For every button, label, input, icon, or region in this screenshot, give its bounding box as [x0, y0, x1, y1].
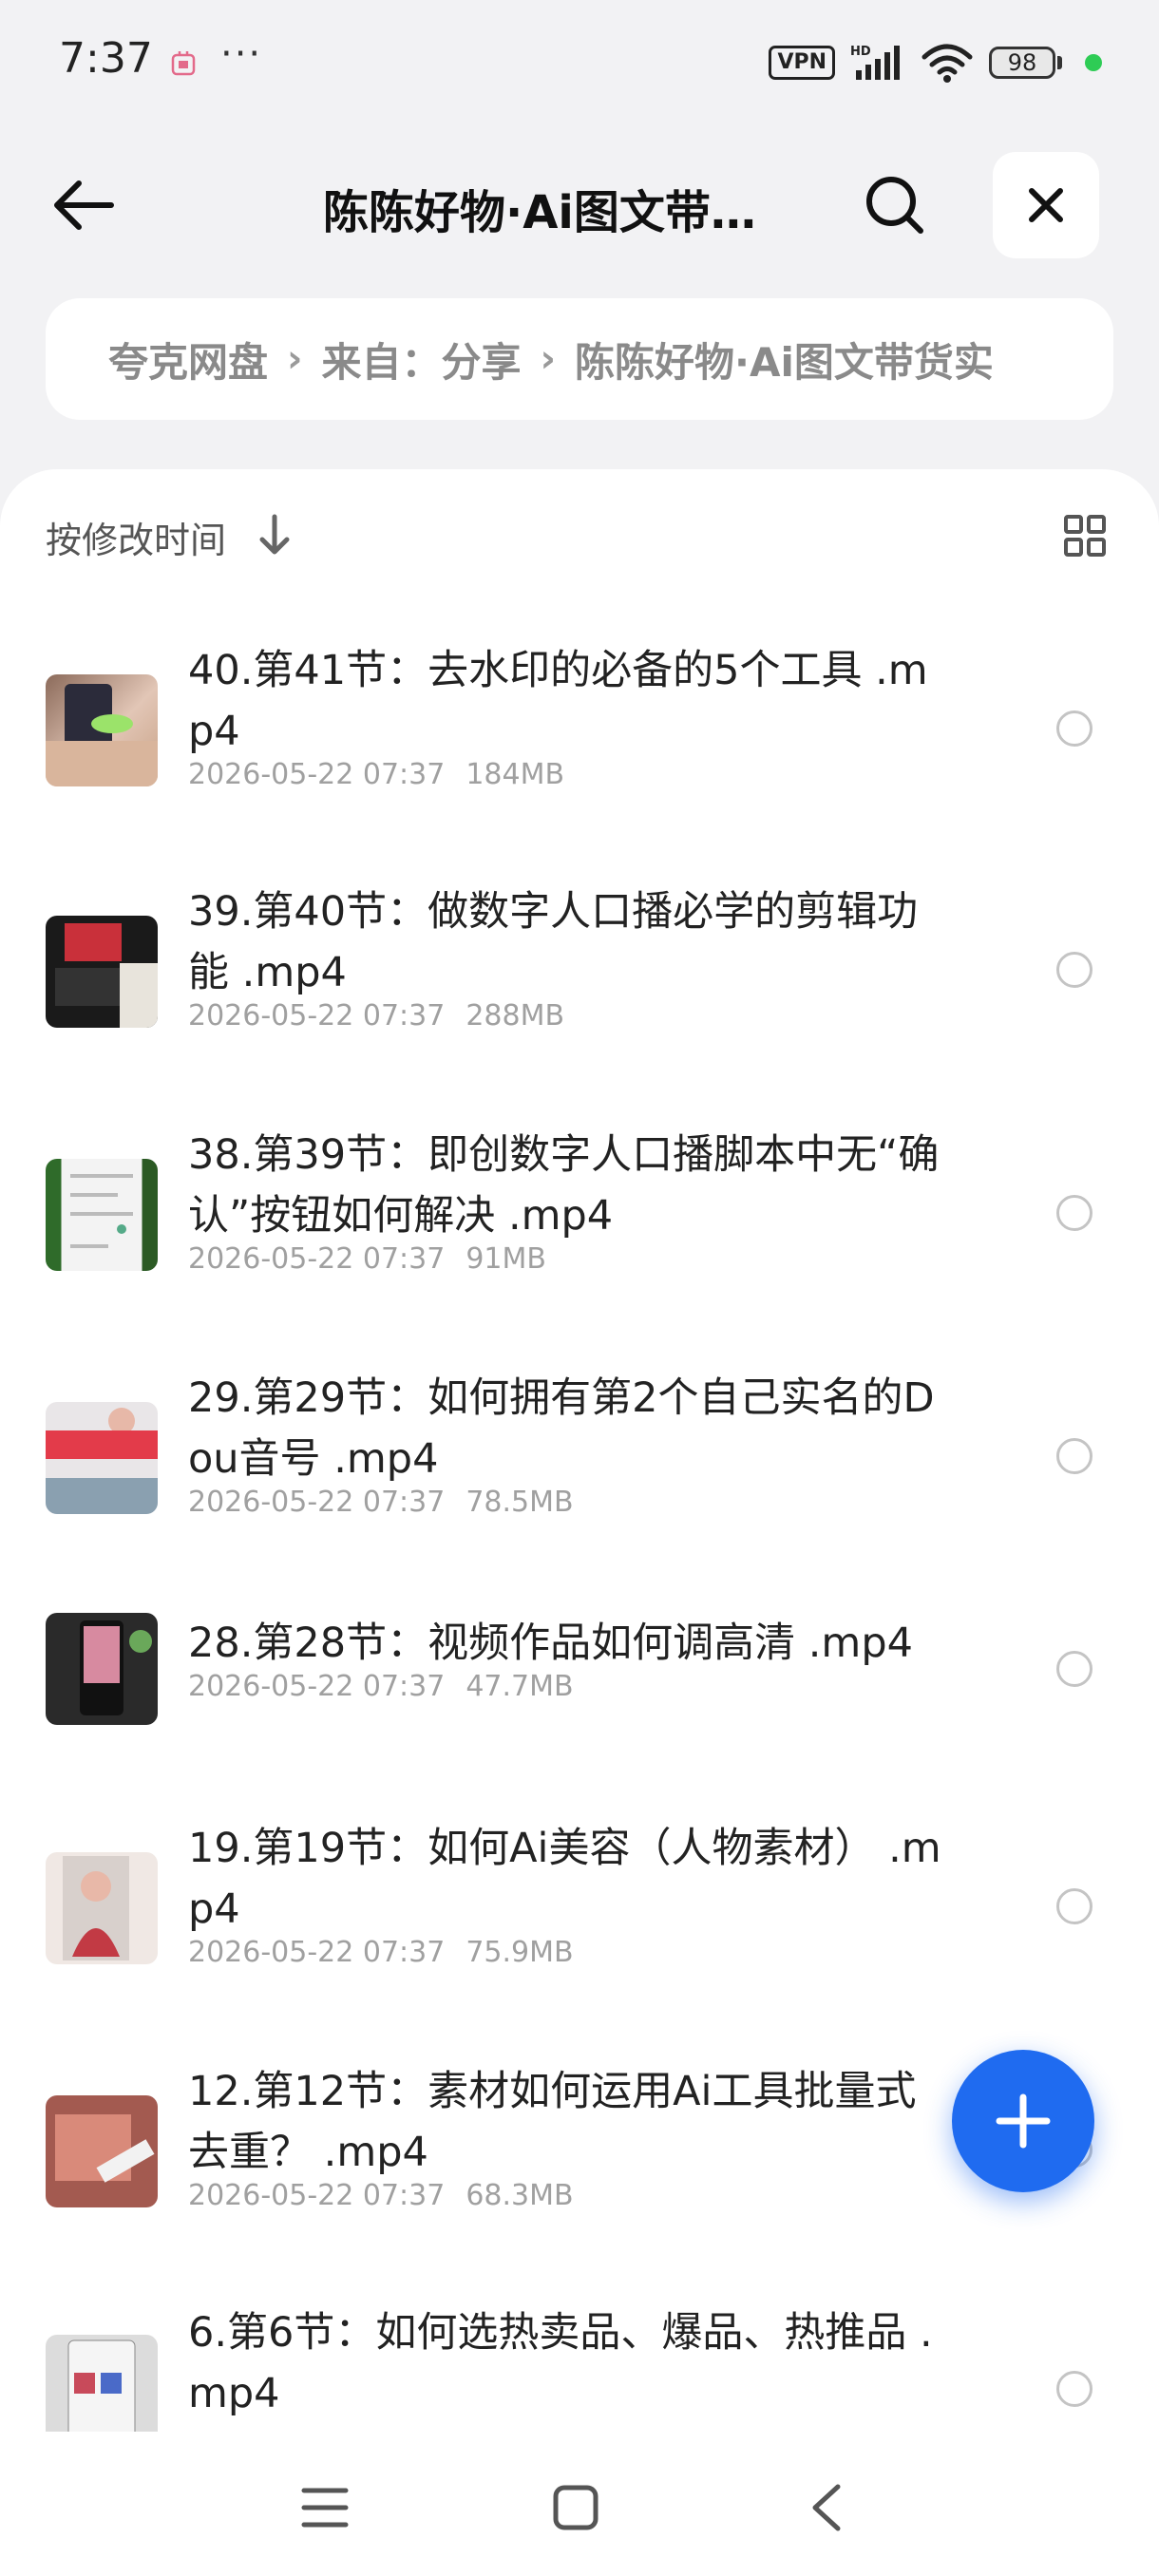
file-size: 91MB: [466, 1242, 546, 1276]
file-meta: 2026-05-22 07:37 68.3MB: [188, 2179, 574, 2212]
page-title: 陈陈好物·Ai图文带…: [323, 186, 756, 239]
nav-home-button[interactable]: [538, 2470, 614, 2546]
add-button[interactable]: [952, 2050, 1094, 2192]
status-time: 7:37: [59, 34, 153, 83]
battery-level: 98: [989, 47, 1055, 79]
grid-view-icon: [1064, 515, 1106, 557]
status-indicators: VPN HD 98: [769, 42, 1102, 84]
breadcrumb-item-share[interactable]: 来自：分享: [322, 331, 522, 388]
select-radio[interactable]: [1056, 1195, 1092, 1231]
chevron-right-icon: ›: [287, 337, 303, 381]
file-name: 6.第6节：如何选热卖品、爆品、热推品 .mp4: [188, 2309, 933, 2417]
file-size: 78.5MB: [466, 1486, 574, 1519]
file-row[interactable]: 28.第28节：视频作品如何调高清 .mp4 2026-05-22 07:37 4…: [0, 1613, 1159, 1746]
file-name: 39.第40节：做数字人口播必学的剪辑功能 .mp4: [188, 888, 919, 996]
vpn-badge: VPN: [769, 46, 835, 80]
search-button[interactable]: [855, 165, 935, 245]
back-icon: [812, 2484, 841, 2531]
breadcrumb-item-root[interactable]: 夸克网盘: [108, 331, 268, 388]
file-size: 68.3MB: [466, 2179, 574, 2212]
back-button[interactable]: [44, 165, 124, 245]
file-size: 47.7MB: [466, 1670, 574, 1703]
file-row[interactable]: 40.第41节：去水印的必备的5个工具 .mp4 2026-05-22 07:3…: [0, 640, 1159, 830]
file-meta: 2026-05-22 07:37 78.5MB: [188, 1486, 574, 1519]
search-icon: [866, 177, 923, 234]
file-size: 288MB: [466, 999, 565, 1032]
file-meta: 2026-05-22 07:37 75.9MB: [188, 1936, 574, 1969]
file-date: 2026-05-22 07:37: [188, 758, 446, 791]
file-list-panel: 按修改时间 40.第41节：去水印的必备的5个工具 .mp4 2026-05-2…: [0, 469, 1159, 2576]
file-date: 2026-05-22 07:37: [188, 1242, 446, 1276]
file-meta: 2026-05-22 07:37 47.7MB: [188, 1670, 574, 1703]
select-radio[interactable]: [1056, 710, 1092, 747]
file-row[interactable]: 38.第39节：即创数字人口播脚本中无“确认”按钮如何解决 .mp4 2026-…: [0, 1125, 1159, 1315]
battery-icon: 98: [989, 47, 1062, 79]
status-bar: 7:37 ··· VPN HD 98: [0, 0, 1159, 123]
file-name: 28.第28节：视频作品如何调高清 .mp4: [188, 1619, 913, 1667]
file-size: 184MB: [466, 758, 565, 791]
chevron-right-icon: ›: [540, 337, 556, 381]
video-thumbnail: [46, 916, 158, 1028]
select-radio[interactable]: [1056, 952, 1092, 988]
file-meta: 2026-05-22 07:37 91MB: [188, 1242, 546, 1276]
sort-button[interactable]: 按修改时间: [46, 511, 226, 563]
video-thumbnail: [46, 1852, 158, 1964]
grid-view-button[interactable]: [1056, 507, 1113, 564]
app-notification-icon: [171, 51, 196, 76]
close-icon: [1029, 188, 1063, 222]
file-name: 19.第19节：如何Ai美容（人物素材） .mp4: [188, 1825, 941, 1933]
plus-icon: [996, 2093, 1051, 2149]
file-row[interactable]: 19.第19节：如何Ai美容（人物素材） .mp4 2026-05-22 07:…: [0, 1818, 1159, 2008]
svg-text:HD: HD: [850, 45, 871, 59]
file-row[interactable]: 6.第6节：如何选热卖品、爆品、热推品 .mp4: [0, 2302, 1159, 2435]
system-nav-bar: [0, 2432, 1159, 2576]
file-row[interactable]: 39.第40节：做数字人口播必学的剪辑功能 .mp4 2026-05-22 07…: [0, 881, 1159, 1071]
file-name: 38.第39节：即创数字人口播脚本中无“确认”按钮如何解决 .mp4: [188, 1131, 940, 1240]
file-date: 2026-05-22 07:37: [188, 1670, 446, 1703]
file-date: 2026-05-22 07:37: [188, 1486, 446, 1519]
sort-down-icon[interactable]: [253, 511, 296, 559]
more-notifications-icon: ···: [220, 32, 263, 76]
top-app-bar: 陈陈好物·Ai图文带…: [0, 152, 1159, 258]
select-radio[interactable]: [1056, 1888, 1092, 1924]
nav-back-button[interactable]: [788, 2470, 864, 2546]
file-row[interactable]: 29.第29节：如何拥有第2个自己实名的Dou音号 .mp4 2026-05-2…: [0, 1368, 1159, 1558]
file-name: 40.第41节：去水印的必备的5个工具 .mp4: [188, 647, 928, 755]
nav-menu-button[interactable]: [287, 2470, 363, 2546]
select-radio[interactable]: [1056, 1438, 1092, 1474]
video-thumbnail: [46, 674, 158, 786]
file-size: 75.9MB: [466, 1936, 574, 1969]
breadcrumb: 夸克网盘 › 来自：分享 › 陈陈好物·Ai图文带货实: [46, 298, 1113, 420]
privacy-indicator-dot: [1085, 54, 1102, 71]
video-thumbnail: [46, 1613, 158, 1725]
breadcrumb-item-current[interactable]: 陈陈好物·Ai图文带货实: [575, 331, 994, 388]
file-date: 2026-05-22 07:37: [188, 999, 446, 1032]
video-thumbnail: [46, 1402, 158, 1514]
file-date: 2026-05-22 07:37: [188, 2179, 446, 2212]
video-thumbnail: [46, 1159, 158, 1271]
home-icon: [553, 2485, 598, 2530]
signal-icon: HD: [850, 45, 900, 80]
file-name: 29.第29节：如何拥有第2个自己实名的Dou音号 .mp4: [188, 1374, 935, 1483]
file-date: 2026-05-22 07:37: [188, 1936, 446, 1969]
video-thumbnail: [46, 2335, 158, 2435]
menu-icon: [301, 2488, 349, 2528]
select-radio[interactable]: [1056, 2371, 1092, 2407]
file-meta: 2026-05-22 07:37 288MB: [188, 999, 564, 1032]
file-meta: 2026-05-22 07:37 184MB: [188, 758, 564, 791]
sort-bar: 按修改时间: [46, 507, 1113, 564]
select-radio[interactable]: [1056, 1651, 1092, 1687]
close-button[interactable]: [993, 152, 1099, 258]
file-name: 12.第12节：素材如何运用Ai工具批量式去重？ .mp4: [188, 2068, 917, 2176]
wifi-icon: [922, 44, 973, 83]
video-thumbnail: [46, 2095, 158, 2207]
back-arrow-icon: [54, 180, 114, 230]
